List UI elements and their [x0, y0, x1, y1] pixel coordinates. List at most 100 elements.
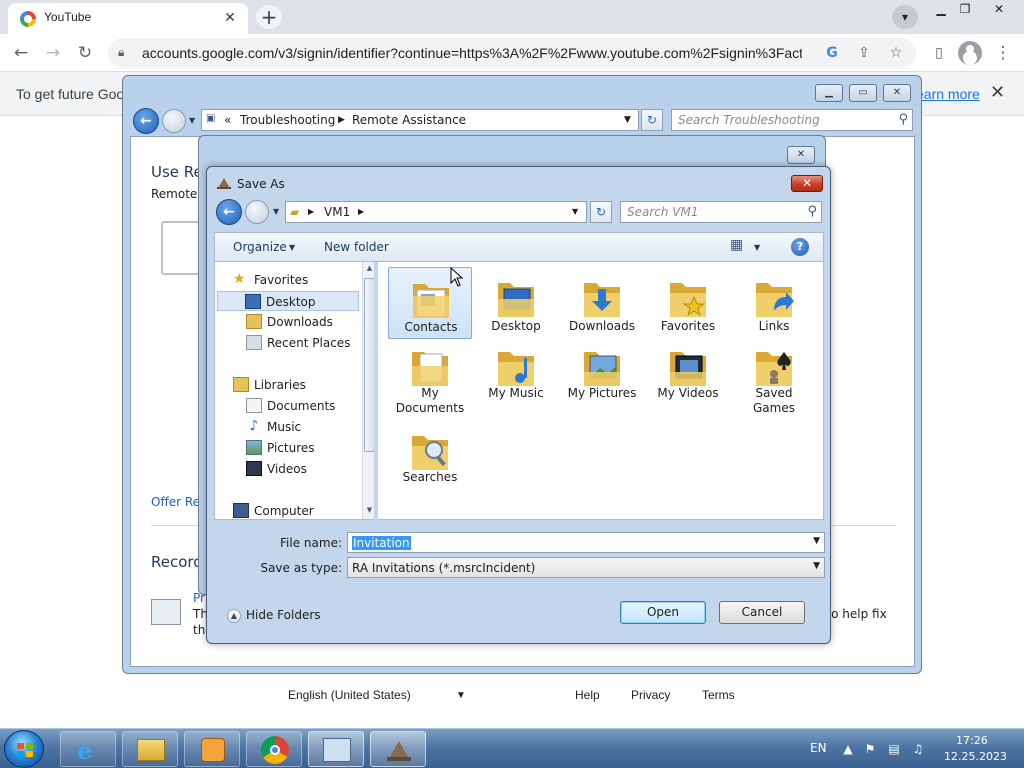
nav-videos[interactable]: Videos: [246, 459, 359, 479]
dialog-address-bar[interactable]: ▰ ▶ VM1 ▶ ▼: [285, 201, 587, 223]
nav-desktop[interactable]: Desktop: [217, 291, 359, 311]
close-tab-icon[interactable]: ✕: [220, 8, 240, 28]
file-name-dropdown-icon[interactable]: ▼: [813, 536, 820, 546]
learn-more-link[interactable]: earn more: [916, 86, 980, 102]
menu-icon[interactable]: ⋮: [990, 40, 1016, 66]
taskbar-internet-explorer[interactable]: e: [60, 731, 116, 767]
folder-saved-games[interactable]: Saved Games: [732, 336, 816, 416]
language-indicator[interactable]: EN: [810, 741, 827, 755]
nav-recent-places[interactable]: Recent Places: [246, 333, 359, 353]
bookmark-star-icon[interactable]: ☆: [886, 43, 906, 63]
nav-favorites[interactable]: ★ Favorites: [233, 270, 359, 290]
save-as-type-select[interactable]: RA Invitations (*.msrcIncident) ▼: [347, 557, 825, 578]
search-icon[interactable]: ⚲: [807, 204, 817, 219]
file-name-value[interactable]: Invitation: [352, 536, 411, 550]
start-button[interactable]: [4, 730, 44, 768]
taskbar-file-explorer[interactable]: [122, 731, 178, 767]
network-icon[interactable]: ▤: [886, 741, 902, 757]
view-dropdown-icon[interactable]: ▼: [754, 243, 760, 252]
share-icon[interactable]: ⇪: [854, 43, 874, 63]
navigation-scrollbar[interactable]: ▲ ▼: [362, 262, 374, 519]
folder-my-pictures[interactable]: My Pictures: [560, 336, 644, 408]
hide-folders-button[interactable]: ▲ Hide Folders: [227, 608, 321, 623]
folder-downloads[interactable]: Downloads: [560, 267, 644, 339]
clock-time[interactable]: 17:26: [956, 734, 988, 747]
nav-downloads[interactable]: Downloads: [246, 312, 359, 332]
help-icon[interactable]: ?: [791, 238, 809, 256]
open-button[interactable]: Open: [620, 601, 706, 624]
google-lens-icon[interactable]: G: [822, 43, 842, 63]
change-view-icon[interactable]: ▦: [730, 237, 743, 253]
offer-link[interactable]: Offer Re: [151, 495, 200, 509]
dialog-back-button[interactable]: ←: [216, 199, 242, 225]
language-dropdown-icon[interactable]: ▼: [456, 690, 466, 701]
address-bar[interactable]: 🔒︎ accounts.google.com/v3/signin/identif…: [108, 38, 916, 68]
action-center-icon[interactable]: ⚑: [862, 741, 878, 757]
show-hidden-icons[interactable]: ▲: [840, 741, 856, 757]
explorer-maximize-button[interactable]: ▭: [849, 84, 877, 102]
file-name-input[interactable]: Invitation ▼: [347, 532, 825, 553]
terms-link[interactable]: Terms: [702, 688, 735, 702]
breadcrumb-arrow-icon[interactable]: ▶: [338, 115, 345, 125]
tab-search-button[interactable]: ▾: [892, 5, 918, 29]
breadcrumb-arrow-icon[interactable]: ▶: [358, 207, 364, 216]
folder-my-videos[interactable]: My Videos: [646, 336, 730, 408]
dialog-search-box[interactable]: Search VM1 ⚲: [620, 201, 822, 223]
scroll-down-icon[interactable]: ▼: [364, 506, 374, 518]
ra-close-button[interactable]: ✕: [787, 146, 815, 164]
nav-music[interactable]: ♪ Music: [246, 417, 359, 437]
taskbar-control-panel[interactable]: [308, 731, 364, 767]
taskbar-chrome[interactable]: [246, 731, 302, 767]
language-selector[interactable]: English (United States): [288, 688, 411, 702]
address-dropdown-icon[interactable]: ▼: [624, 115, 631, 125]
explorer-back-button[interactable]: ←: [133, 108, 159, 134]
folder-my-music[interactable]: My Music: [474, 336, 558, 408]
browser-tab-youtube[interactable]: YouTube ✕: [8, 3, 248, 34]
organize-dropdown-icon[interactable]: ▼: [289, 243, 295, 252]
help-link[interactable]: Help: [575, 688, 600, 702]
nav-pictures[interactable]: Pictures: [246, 438, 359, 458]
new-tab-button[interactable]: +: [256, 5, 282, 29]
breadcrumb-remote-assistance[interactable]: Remote Assistance: [352, 113, 466, 127]
taskbar-media-player[interactable]: [184, 731, 240, 767]
dialog-close-button[interactable]: ✕: [791, 175, 823, 192]
folder-desktop[interactable]: Desktop: [474, 267, 558, 339]
folder-favorites[interactable]: Favorites: [646, 267, 730, 339]
folder-my-documents[interactable]: My Documents: [388, 336, 472, 416]
restore-icon[interactable]: ❐: [950, 0, 980, 20]
scrollbar-thumb[interactable]: [364, 278, 374, 452]
breadcrumb-arrow-icon[interactable]: ▶: [308, 207, 314, 216]
reload-icon[interactable]: ↻: [72, 40, 98, 66]
clock-date[interactable]: 12.25.2023: [944, 750, 1007, 763]
folder-searches[interactable]: Searches: [388, 420, 472, 492]
organize-menu[interactable]: Organize: [233, 240, 287, 254]
close-window-icon[interactable]: ✕: [984, 0, 1014, 20]
dialog-forward-button[interactable]: [245, 200, 269, 224]
infobar-close-icon[interactable]: ✕: [990, 82, 1005, 103]
privacy-link[interactable]: Privacy: [631, 688, 670, 702]
dialog-address-dropdown-icon[interactable]: ▼: [572, 207, 578, 216]
explorer-refresh-button[interactable]: ↻: [641, 109, 663, 131]
forward-icon[interactable]: →: [40, 40, 66, 66]
recent-pages-icon[interactable]: ▼: [189, 116, 195, 125]
search-icon[interactable]: ⚲: [898, 112, 908, 127]
breadcrumb-vm1[interactable]: VM1: [324, 205, 350, 219]
nav-libraries[interactable]: Libraries: [233, 375, 359, 395]
scroll-up-icon[interactable]: ▲: [364, 264, 374, 276]
dialog-refresh-button[interactable]: ↻: [590, 201, 612, 223]
explorer-search-box[interactable]: Search Troubleshooting ⚲: [671, 109, 913, 131]
new-folder-button[interactable]: New folder: [324, 240, 389, 254]
folder-links[interactable]: Links: [732, 267, 816, 339]
profile-avatar[interactable]: [958, 41, 982, 65]
breadcrumb-troubleshooting[interactable]: Troubleshooting: [240, 113, 335, 127]
dialog-recent-icon[interactable]: ▼: [273, 207, 279, 216]
save-as-type-dropdown-icon[interactable]: ▼: [813, 561, 820, 571]
explorer-forward-button[interactable]: [162, 109, 186, 133]
cancel-button[interactable]: Cancel: [719, 601, 805, 624]
taskbar-remote-assistance[interactable]: [370, 731, 426, 767]
nav-documents[interactable]: Documents: [246, 396, 359, 416]
explorer-close-button[interactable]: ✕: [883, 84, 911, 102]
explorer-minimize-button[interactable]: ▁: [815, 84, 843, 102]
explorer-address-bar[interactable]: ▣ « Troubleshooting ▶ Remote Assistance …: [201, 109, 639, 131]
back-icon[interactable]: ←: [8, 40, 34, 66]
